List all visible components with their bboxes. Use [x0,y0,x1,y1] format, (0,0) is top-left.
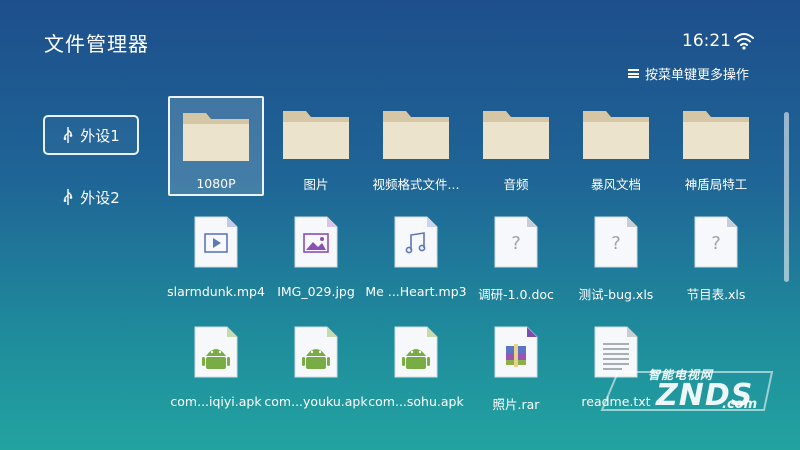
image-file-icon [294,216,338,268]
file-tile[interactable]: com...iqiyi.apk [168,316,264,416]
file-name: com...youku.apk [264,394,368,409]
file-name: 1080P [196,176,236,191]
svg-text:?: ? [511,233,521,254]
app-title: 文件管理器 [44,32,149,56]
file-tile[interactable]: ? 测试-bug.xls [568,206,664,306]
folder-icon [482,108,550,160]
svg-text:?: ? [711,233,721,254]
file-tile[interactable]: 音频 [468,96,564,196]
file-name: 视频格式文件... [372,177,460,192]
folder-icon [182,110,250,162]
sidebar-item-label: 外设2 [80,188,120,207]
file-name: 测试-bug.xls [578,287,654,302]
file-name: Me ...Heart.mp3 [365,284,467,299]
sidebar-item-device2[interactable]: 外设2 [43,177,139,217]
file-tile[interactable]: 照片.rar [468,316,564,416]
watermark-suffix: .com [722,397,758,412]
folder-icon [682,108,750,160]
file-name: 节目表.xls [686,287,746,302]
sidebar-item-label: 外设1 [80,126,120,145]
file-tile[interactable]: ? 调研-1.0.doc [468,206,564,306]
file-name: 音频 [503,177,529,192]
archive-file-icon [494,326,538,378]
file-name: 调研-1.0.doc [478,287,554,302]
video-file-icon [194,216,238,268]
file-tile[interactable]: slarmdunk.mp4 [167,206,265,306]
file-tile[interactable]: 视频格式文件... [368,96,464,196]
file-tile[interactable]: IMG_029.jpg [268,206,364,306]
folder-icon [282,108,350,160]
file-name: com...iqiyi.apk [170,394,262,409]
menu-icon [628,69,639,78]
folder-icon [582,108,650,160]
folder-icon [382,108,450,160]
unknown-file-icon: ? [694,216,738,268]
file-name: 神盾局特工 [684,177,748,192]
file-tile[interactable]: com...youku.apk [264,316,368,416]
file-name: 暴风文档 [590,177,641,192]
clock: 16:21 [682,31,731,51]
file-tile[interactable]: Me ...Heart.mp3 [365,206,467,306]
unknown-file-icon: ? [594,216,638,268]
sidebar-item-device1[interactable]: 外设1 [43,115,139,155]
file-tile[interactable]: 图片 [268,96,364,196]
svg-text:?: ? [611,233,621,254]
file-name: 图片 [303,177,329,192]
file-name: com...sohu.apk [368,394,464,409]
usb-icon [64,127,73,143]
file-tile[interactable]: com...sohu.apk [368,316,464,416]
file-tile[interactable]: 暴风文档 [568,96,664,196]
wifi-icon [734,33,754,50]
file-tile[interactable]: ? 节目表.xls [668,206,764,306]
file-name: slarmdunk.mp4 [167,284,265,299]
android-apk-icon [294,326,338,378]
android-apk-icon [394,326,438,378]
unknown-file-icon: ? [494,216,538,268]
menu-hint: 按菜单键更多操作 [628,64,749,83]
file-tile[interactable]: 神盾局特工 [668,96,764,196]
file-name: IMG_029.jpg [277,284,355,299]
file-tile[interactable]: 1080P [168,96,264,196]
file-name: 照片.rar [492,397,540,412]
usb-icon [64,189,73,205]
audio-file-icon [394,216,438,268]
menu-hint-text: 按菜单键更多操作 [645,68,750,83]
android-apk-icon [194,326,238,378]
scrollbar[interactable] [784,112,789,282]
